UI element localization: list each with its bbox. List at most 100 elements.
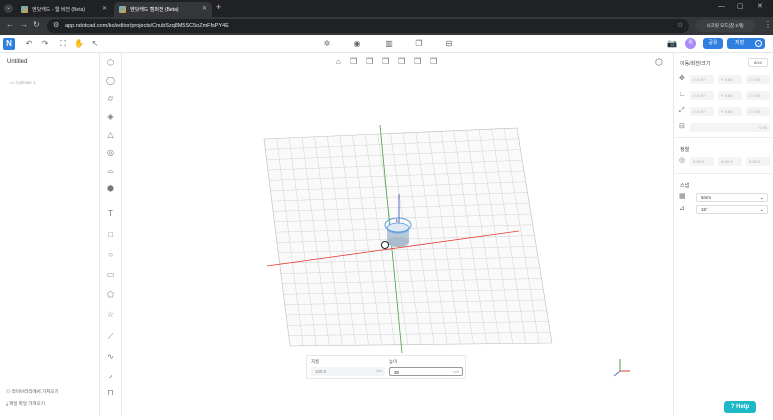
reload-icon[interactable]: ↻ [33,21,40,29]
align-z-field[interactable]: 0.00 Z [746,157,770,166]
diameter-label: 지름 [311,359,320,364]
scale-icon: ⤢ [679,107,685,114]
size-field[interactable]: 0.00 [690,123,770,132]
ndotcad-favicon-icon [119,6,126,13]
move-x-field[interactable]: X 0.00 [690,75,714,84]
undo-icon[interactable]: ↶ [24,39,34,49]
capsule-tool-icon[interactable]: ⌓ [105,165,116,176]
url-text: app.ndotcad.com/ko/editor/projects/CnubS… [65,23,229,29]
torus-tool-icon[interactable]: ◎ [105,147,116,158]
close-icon[interactable]: ✕ [102,5,107,12]
home-view-icon[interactable]: ⌂ [336,57,341,66]
save-label: 저장 [735,40,745,46]
select-pointer-icon[interactable]: ↖ [90,39,100,49]
boolean-icon[interactable]: ◉ [352,39,362,49]
tab-1[interactable]: 엔닷캐드 - 웹 버전 (Beta) ✕ [16,2,112,17]
camera-icon[interactable]: 📷 [667,39,677,49]
arc-tool-icon[interactable]: ◞ [105,369,116,380]
tab-2-label: 엔닷캐드 캠퍼전 (Beta) [130,7,179,13]
sphere-tool-icon[interactable]: ◯ [105,75,116,86]
snap-angle-select[interactable]: 15° ⌄ [696,205,768,214]
size-icon: ⊟ [679,123,685,130]
cylinder-tool-icon[interactable]: ⌭ [105,93,116,104]
measure-tool-icon[interactable]: ⊓ [105,387,116,398]
browser-chrome: ⌄ 엔닷캐드 - 웹 버전 (Beta) ✕ 엔닷캐드 캠퍼전 (Beta) ✕… [0,0,773,35]
align-icon[interactable]: ▥ [384,39,394,49]
text-tool-icon[interactable]: T [105,208,116,219]
align-y-field[interactable]: 0.00 Y [718,157,742,166]
import-file-link[interactable]: ⤓ 파일 파일 가져오기 [6,401,45,407]
new-tab-button[interactable]: + [216,3,221,12]
rotate-y-field[interactable]: Y 0.00 [718,91,742,100]
help-button[interactable]: ? Help [724,401,756,413]
address-bar[interactable]: ⚙ app.ndotcad.com/ko/editor/projects/Cnu… [47,19,689,33]
viewport-3d[interactable]: ⌂ ❒ ❒ ❒ ❒ ❒ ❒ ⬡ ⇕ 지름 100.0 mm 높이 30 mm [122,53,673,415]
box-tool-icon[interactable]: ⬡ [105,57,116,68]
view-cube-buttons: ⌂ ❒ ❒ ❒ ❒ ❒ ❒ ⬡ [336,57,663,67]
project-title[interactable]: Untitled [7,59,27,65]
scale-handle-icon[interactable] [381,241,389,249]
bottom-view-icon[interactable]: ❒ [430,57,437,66]
perspective-cube-icon[interactable]: ⬡ [655,57,663,67]
bookmark-star-icon[interactable]: ☆ [677,22,683,29]
save-button[interactable]: 저장 ↑ [727,38,765,49]
move-z-field[interactable]: Z 0.00 [746,75,770,84]
polyhedron-tool-icon[interactable]: ⬢ [105,183,116,194]
cone-tool-icon[interactable]: ◈ [105,111,116,122]
share-button[interactable]: 공유 [703,38,723,49]
scale-y-field[interactable]: Y 0.00 [718,107,742,116]
rect-tool-icon[interactable]: □ [105,229,116,240]
shape-toolbar: ⬡ ◯ ⌭ ◈ △ ◎ ⌓ ⬢ T □ ○ ▭ ⬠ ☆ ⟋ ∿ ◞ ⊓ [100,53,122,415]
back-view-icon[interactable]: ❒ [366,57,373,66]
snap-distance-select[interactable]: 5mm ⌄ [696,193,768,202]
maximize-icon[interactable]: ▢ [737,3,744,10]
fit-view-icon[interactable]: ⛶ [58,39,68,49]
top-view-icon[interactable]: ❒ [414,57,421,66]
scale-z-field[interactable]: Z 0.00 [746,107,770,116]
scale-x-field[interactable]: X 0.00 [690,107,714,116]
diameter-input[interactable]: 100.0 mm [311,367,385,376]
forward-icon[interactable]: → [20,21,28,29]
move-y-field[interactable]: Y 0.00 [718,75,742,84]
curve-tool-icon[interactable]: ∿ [105,351,116,362]
left-view-icon[interactable]: ❒ [382,57,389,66]
height-input[interactable]: 30 mm [389,367,463,376]
pan-hand-icon[interactable]: ✋ [74,39,84,49]
measure-icon[interactable]: ⊟ [444,39,454,49]
align-x-field[interactable]: 0.00 X [690,157,714,166]
transform-toggle-button[interactable]: 8/10 [748,58,768,67]
rounded-rect-tool-icon[interactable]: ▭ [105,269,116,280]
height-value: 30 [394,370,400,375]
tab-search-icon[interactable]: ⌄ [4,4,13,13]
duplicate-icon[interactable]: ❐ [414,39,424,49]
redo-icon[interactable]: ↷ [40,39,50,49]
circle-tool-icon[interactable]: ○ [105,249,116,260]
front-view-icon[interactable]: ❒ [350,57,357,66]
site-info-icon[interactable]: ⚙ [53,22,59,29]
snap-angle-value: 15° [701,207,708,212]
axis-triad [613,359,630,377]
minimize-icon[interactable]: — [718,3,725,10]
star-tool-icon[interactable]: ☆ [105,309,116,320]
back-icon[interactable]: ← [6,21,14,29]
app-logo[interactable]: N [3,38,15,50]
pyramid-tool-icon[interactable]: △ [105,129,116,140]
chevron-down-icon: ⌄ [759,207,764,213]
toolbar-row: ← → ↻ ⚙ app.ndotcad.com/ko/editor/projec… [0,17,773,35]
import-library-link[interactable]: ◎ 라이브러리에서 가져오기 [6,389,59,395]
polyline-tool-icon[interactable]: ⟋ [105,331,116,342]
window-close-icon[interactable]: ✕ [757,3,763,10]
incognito-profile-chip[interactable]: 시크릿 모드(창 2개) [695,20,755,32]
avatar[interactable]: 위 [685,38,696,49]
menu-icon[interactable]: ⋮ [764,21,772,29]
orbit-icon[interactable]: ✲ [322,39,332,49]
rotate-z-field[interactable]: Z 0.00 [746,91,770,100]
tab-2[interactable]: 엔닷캐드 캠퍼전 (Beta) ✕ [114,2,212,17]
align-icon: ◎ [679,157,686,164]
right-view-icon[interactable]: ❒ [398,57,405,66]
rotate-x-field[interactable]: X 0.00 [690,91,714,100]
scene-item-cylinder[interactable]: ▭ Cylinder 1 [10,80,36,86]
close-icon[interactable]: ✕ [202,5,207,12]
divider [674,173,773,174]
pentagon-tool-icon[interactable]: ⬠ [105,289,116,300]
